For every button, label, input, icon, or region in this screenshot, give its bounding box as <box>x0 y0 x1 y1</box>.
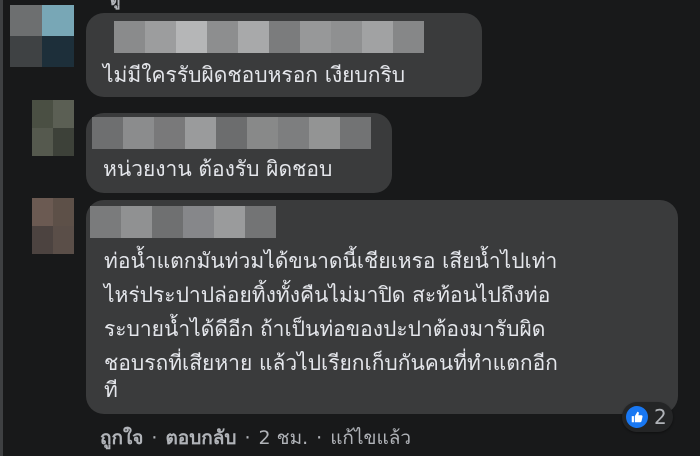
name-blur-block <box>362 21 393 53</box>
author-name[interactable] <box>114 21 424 53</box>
avatar-pixel <box>42 36 74 67</box>
comment-text-line: ชอบรถที่เสียหาย แล้วไปเรียกเก็บกันคนที่ท… <box>104 351 558 375</box>
comment-actions: ถูกใจ · ตอบกลับ · 2 ชม. · แก้ไขแล้ว <box>100 423 411 453</box>
author-name[interactable] <box>92 117 371 149</box>
name-blur-block <box>114 21 145 53</box>
avatar-pixel <box>10 5 42 36</box>
avatar[interactable] <box>32 100 74 156</box>
comment-text-line: ท่อน้ำแตกมันท่วมได้ขนาดนี้เชียเหรอ เสียน… <box>104 249 558 273</box>
thumbs-up-icon <box>626 406 648 428</box>
name-blur-block <box>309 117 340 149</box>
name-blur-block <box>185 117 216 149</box>
author-name[interactable] <box>90 206 276 238</box>
name-blur-block <box>154 117 185 149</box>
avatar-pixel <box>32 128 53 156</box>
avatar-pixel <box>42 5 74 36</box>
name-blur-block <box>92 117 123 149</box>
name-blur-block <box>393 21 424 53</box>
name-blur-block <box>123 117 154 149</box>
avatar-pixel <box>10 36 42 67</box>
avatar-pixel <box>32 226 53 254</box>
avatar-pixel <box>53 198 74 226</box>
comment-bubble: ท่อน้ำแตกมันท่วมได้ขนาดนี้เชียเหรอ เสียน… <box>86 200 678 414</box>
name-blur-block <box>183 206 214 238</box>
comment-bubble: หน่วยงาน ต้องรับ ผิดชอบ <box>86 113 392 193</box>
like-button[interactable]: ถูกใจ <box>100 423 143 453</box>
avatar-pixel <box>53 128 74 156</box>
name-blur-block <box>340 117 371 149</box>
avatar[interactable] <box>32 198 74 254</box>
edited-label[interactable]: แก้ไขแล้ว <box>330 423 411 453</box>
name-blur-block <box>176 21 207 53</box>
avatar-pixel <box>32 100 53 128</box>
timestamp[interactable]: 2 ชม. <box>259 423 309 453</box>
comment-thread: ดู ไม่มีใครรับผิดชอบหรอก เงียบกริบ หน่วย… <box>0 0 700 456</box>
name-blur-block <box>247 117 278 149</box>
name-blur-block <box>90 206 121 238</box>
comment-text: หน่วยงาน ต้องรับ ผิดชอบ <box>103 157 333 181</box>
name-blur-block <box>216 117 247 149</box>
name-blur-block <box>152 206 183 238</box>
name-blur-block <box>245 206 276 238</box>
comment-bubble: ไม่มีใครรับผิดชอบหรอก เงียบกริบ <box>86 13 482 97</box>
name-blur-block <box>238 21 269 53</box>
avatar-pixel <box>32 198 53 226</box>
reply-button[interactable]: ตอบกลับ <box>165 423 236 453</box>
name-blur-block <box>214 206 245 238</box>
name-blur-block <box>269 21 300 53</box>
name-blur-block <box>207 21 238 53</box>
name-blur-block <box>331 21 362 53</box>
separator: · <box>151 427 158 449</box>
comment-text-line: ระบายน้ำได้ดีอีก ถ้าเป็นท่อของปะปาต้องมา… <box>104 317 546 341</box>
name-blur-block <box>278 117 309 149</box>
previous-comment-fragment: ดู <box>110 0 120 13</box>
comment-text-line: ที <box>104 378 118 402</box>
comment-text: ไม่มีใครรับผิดชอบหรอก เงียบกริบ <box>103 63 406 87</box>
avatar-pixel <box>53 226 74 254</box>
name-blur-block <box>300 21 331 53</box>
name-blur-block <box>121 206 152 238</box>
avatar[interactable] <box>10 5 74 67</box>
thread-line <box>0 0 3 456</box>
comment-text-line: ไหร่ประปาปล่อยทิ้งทั้งคืนไม่มาปิด สะท้อน… <box>104 283 551 307</box>
name-blur-block <box>145 21 176 53</box>
avatar-pixel <box>53 100 74 128</box>
separator: · <box>316 427 323 449</box>
separator: · <box>244 427 251 449</box>
reaction-count: 2 <box>654 405 667 429</box>
reaction-summary[interactable]: 2 <box>622 402 673 432</box>
